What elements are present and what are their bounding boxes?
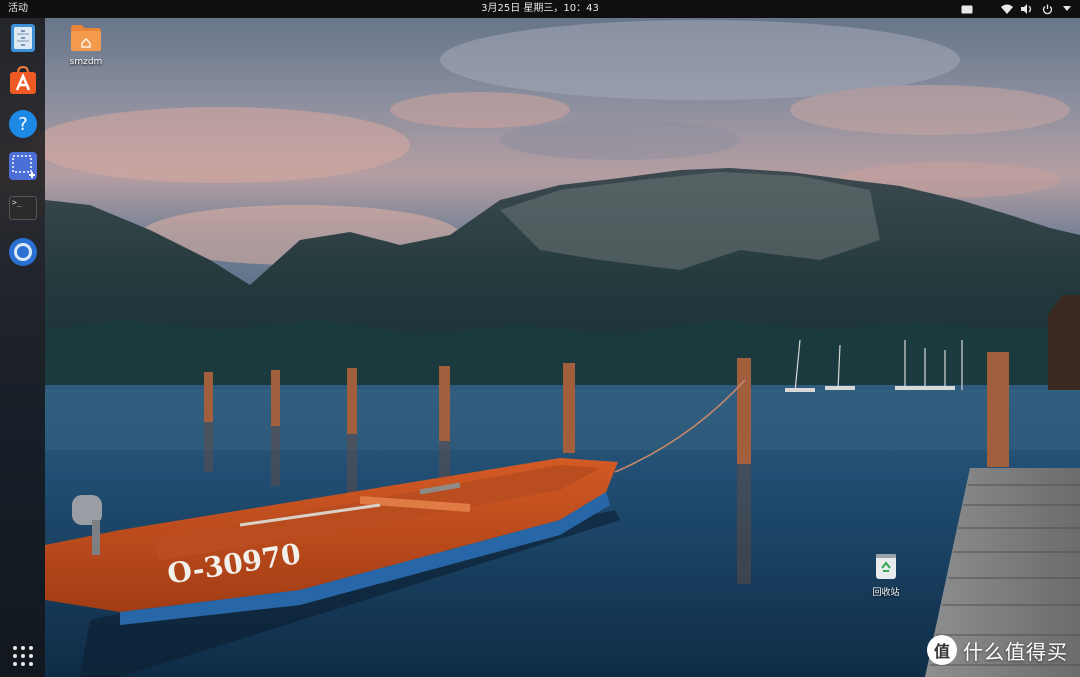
power-icon[interactable] (1040, 2, 1054, 16)
shopping-bag-icon (10, 65, 36, 94)
desktop-trash[interactable]: 回收站 (866, 552, 906, 598)
dock-item-screenshot[interactable] (7, 150, 39, 182)
terminal-prompt-glyph: >_ (12, 198, 22, 207)
trash-label: 回收站 (872, 588, 900, 598)
clock-area: 3月25日 星期三，10：43 (0, 0, 1080, 18)
svg-text:?: ? (18, 114, 28, 135)
watermark-text: 什么值得买 (963, 639, 1068, 664)
file-cabinet-icon (11, 24, 35, 52)
dock-item-chromium[interactable] (7, 236, 39, 268)
dock-item-files[interactable] (7, 22, 39, 54)
desktop-home-folder[interactable]: smzdm (66, 24, 106, 67)
dock-item-terminal[interactable]: >_ (7, 192, 39, 224)
volume-icon[interactable] (1020, 2, 1034, 16)
home-folder-label: smzdm (69, 57, 103, 67)
question-icon: ? (9, 110, 37, 138)
home-folder-icon (71, 25, 101, 51)
display-icon[interactable] (960, 2, 974, 16)
top-bar: 活动 3月25日 星期三，10：43 (0, 0, 1080, 18)
grid-icon (13, 646, 33, 666)
browser-icon (9, 238, 37, 266)
watermark: 值 什么值得买 (927, 635, 1068, 665)
dock-item-help[interactable]: ? (7, 108, 39, 140)
desktop-wallpaper (0, 0, 1080, 677)
clock-button[interactable]: 3月25日 星期三，10：43 (481, 3, 599, 14)
watermark-logo: 值 (927, 635, 957, 665)
chevron-down-icon[interactable] (1060, 2, 1074, 16)
show-applications-button[interactable] (7, 640, 39, 672)
terminal-icon: >_ (9, 196, 37, 220)
screenshot-icon (9, 152, 37, 180)
dock: ? >_ (0, 18, 45, 677)
dock-item-software-center[interactable] (7, 64, 39, 96)
system-tray (960, 0, 1074, 18)
trash-icon (876, 554, 896, 579)
network-icon[interactable] (1000, 2, 1014, 16)
